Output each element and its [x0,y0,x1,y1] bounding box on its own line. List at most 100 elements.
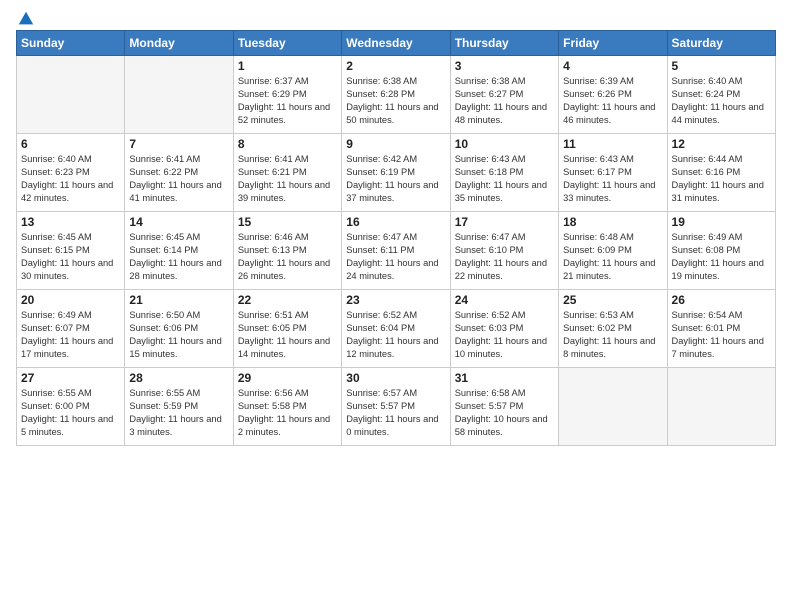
logo [16,10,35,24]
day-number: 18 [563,215,662,229]
calendar-cell: 14Sunrise: 6:45 AMSunset: 6:14 PMDayligh… [125,212,233,290]
day-number: 28 [129,371,228,385]
week-row-2: 13 Sunrise: 6:45 AMSunset: 6:15 PMDayligh… [17,212,776,290]
cell-text: Sunrise: 6:43 AMSunset: 6:18 PMDaylight:… [455,154,547,203]
cell-text: Sunrise: 6:48 AMSunset: 6:09 PMDaylight:… [563,232,655,281]
weekday-header-friday: Friday [559,31,667,56]
cell-text: Sunrise: 6:49 AMSunset: 6:07 PMDaylight:… [21,310,113,359]
day-number: 15 [238,215,337,229]
page: SundayMondayTuesdayWednesdayThursdayFrid… [0,0,792,612]
day-number: 30 [346,371,445,385]
cell-text: Sunrise: 6:38 AMSunset: 6:28 PMDaylight:… [346,76,438,125]
day-number: 1 [238,59,337,73]
cell-text: Sunrise: 6:53 AMSunset: 6:02 PMDaylight:… [563,310,655,359]
day-number: 29 [238,371,337,385]
day-number: 25 [563,293,662,307]
weekday-header-thursday: Thursday [450,31,558,56]
cell-text: Sunrise: 6:56 AMSunset: 5:58 PMDaylight:… [238,388,330,437]
cell-text: Sunrise: 6:46 AMSunset: 6:13 PMDaylight:… [238,232,330,281]
cell-text: Sunrise: 6:37 AMSunset: 6:29 PMDaylight:… [238,76,330,125]
day-number: 8 [238,137,337,151]
cell-text: Sunrise: 6:44 AMSunset: 6:16 PMDaylight:… [672,154,764,203]
cell-text: Sunrise: 6:45 AMSunset: 6:15 PMDaylight:… [21,232,113,281]
weekday-header-saturday: Saturday [667,31,775,56]
calendar-cell: 26 Sunrise: 6:54 AMSunset: 6:01 PMDayligh… [667,290,775,368]
cell-text: Sunrise: 6:55 AMSunset: 6:00 PMDaylight:… [21,388,113,437]
calendar-cell: 6 Sunrise: 6:40 AMSunset: 6:23 PMDaylight… [17,134,125,212]
weekday-header-tuesday: Tuesday [233,31,341,56]
weekday-header-monday: Monday [125,31,233,56]
day-number: 5 [672,59,771,73]
calendar-cell: 24Sunrise: 6:52 AMSunset: 6:03 PMDayligh… [450,290,558,368]
day-number: 16 [346,215,445,229]
weekday-header-wednesday: Wednesday [342,31,450,56]
cell-text: Sunrise: 6:50 AMSunset: 6:06 PMDaylight:… [129,310,221,359]
calendar-cell: 2 Sunrise: 6:38 AMSunset: 6:28 PMDaylight… [342,56,450,134]
cell-text: Sunrise: 6:43 AMSunset: 6:17 PMDaylight:… [563,154,655,203]
calendar: SundayMondayTuesdayWednesdayThursdayFrid… [16,30,776,446]
calendar-cell [667,368,775,446]
header [16,10,776,24]
day-number: 27 [21,371,120,385]
cell-text: Sunrise: 6:38 AMSunset: 6:27 PMDaylight:… [455,76,547,125]
day-number: 11 [563,137,662,151]
calendar-cell [17,56,125,134]
day-number: 22 [238,293,337,307]
calendar-cell: 21 Sunrise: 6:50 AMSunset: 6:06 PMDayligh… [125,290,233,368]
weekday-header-sunday: Sunday [17,31,125,56]
cell-text: Sunrise: 6:54 AMSunset: 6:01 PMDaylight:… [672,310,764,359]
logo-icon [17,10,35,28]
calendar-cell: 1 Sunrise: 6:37 AMSunset: 6:29 PMDaylight… [233,56,341,134]
day-number: 13 [21,215,120,229]
cell-text: Sunrise: 6:49 AMSunset: 6:08 PMDaylight:… [672,232,764,281]
cell-text: Sunrise: 6:51 AMSunset: 6:05 PMDaylight:… [238,310,330,359]
calendar-cell: 30Sunrise: 6:57 AMSunset: 5:57 PMDayligh… [342,368,450,446]
cell-text: Sunrise: 6:52 AMSunset: 6:04 PMDaylight:… [346,310,438,359]
day-number: 10 [455,137,554,151]
calendar-cell: 31Sunrise: 6:58 AMSunset: 5:57 PMDayligh… [450,368,558,446]
day-number: 6 [21,137,120,151]
calendar-cell: 3 Sunrise: 6:38 AMSunset: 6:27 PMDaylight… [450,56,558,134]
calendar-cell: 16 Sunrise: 6:47 AMSunset: 6:11 PMDayligh… [342,212,450,290]
day-number: 2 [346,59,445,73]
day-number: 14 [129,215,228,229]
calendar-cell: 11 Sunrise: 6:43 AMSunset: 6:17 PMDayligh… [559,134,667,212]
day-number: 21 [129,293,228,307]
day-number: 31 [455,371,554,385]
day-number: 17 [455,215,554,229]
calendar-cell: 29 Sunrise: 6:56 AMSunset: 5:58 PMDayligh… [233,368,341,446]
calendar-cell: 19 Sunrise: 6:49 AMSunset: 6:08 PMDayligh… [667,212,775,290]
week-row-1: 6 Sunrise: 6:40 AMSunset: 6:23 PMDaylight… [17,134,776,212]
weekday-header-row: SundayMondayTuesdayWednesdayThursdayFrid… [17,31,776,56]
calendar-cell: 28Sunrise: 6:55 AMSunset: 5:59 PMDayligh… [125,368,233,446]
day-number: 19 [672,215,771,229]
calendar-cell: 20 Sunrise: 6:49 AMSunset: 6:07 PMDayligh… [17,290,125,368]
cell-text: Sunrise: 6:39 AMSunset: 6:26 PMDaylight:… [563,76,655,125]
cell-text: Sunrise: 6:40 AMSunset: 6:23 PMDaylight:… [21,154,113,203]
day-number: 20 [21,293,120,307]
calendar-cell: 13 Sunrise: 6:45 AMSunset: 6:15 PMDayligh… [17,212,125,290]
calendar-cell: 22 Sunrise: 6:51 AMSunset: 6:05 PMDayligh… [233,290,341,368]
day-number: 24 [455,293,554,307]
calendar-cell: 23 Sunrise: 6:52 AMSunset: 6:04 PMDayligh… [342,290,450,368]
calendar-cell: 4 Sunrise: 6:39 AMSunset: 6:26 PMDaylight… [559,56,667,134]
day-number: 23 [346,293,445,307]
calendar-cell: 7 Sunrise: 6:41 AMSunset: 6:22 PMDaylight… [125,134,233,212]
week-row-4: 27 Sunrise: 6:55 AMSunset: 6:00 PMDayligh… [17,368,776,446]
day-number: 26 [672,293,771,307]
calendar-cell: 8Sunrise: 6:41 AMSunset: 6:21 PMDaylight… [233,134,341,212]
day-number: 4 [563,59,662,73]
week-row-3: 20 Sunrise: 6:49 AMSunset: 6:07 PMDayligh… [17,290,776,368]
calendar-cell [125,56,233,134]
cell-text: Sunrise: 6:47 AMSunset: 6:10 PMDaylight:… [455,232,547,281]
calendar-cell: 18 Sunrise: 6:48 AMSunset: 6:09 PMDayligh… [559,212,667,290]
week-row-0: 1 Sunrise: 6:37 AMSunset: 6:29 PMDaylight… [17,56,776,134]
cell-text: Sunrise: 6:40 AMSunset: 6:24 PMDaylight:… [672,76,764,125]
day-number: 7 [129,137,228,151]
day-number: 3 [455,59,554,73]
day-number: 9 [346,137,445,151]
cell-text: Sunrise: 6:41 AMSunset: 6:22 PMDaylight:… [129,154,221,203]
calendar-cell: 15 Sunrise: 6:46 AMSunset: 6:13 PMDayligh… [233,212,341,290]
cell-text: Sunrise: 6:47 AMSunset: 6:11 PMDaylight:… [346,232,438,281]
calendar-cell: 17 Sunrise: 6:47 AMSunset: 6:10 PMDayligh… [450,212,558,290]
